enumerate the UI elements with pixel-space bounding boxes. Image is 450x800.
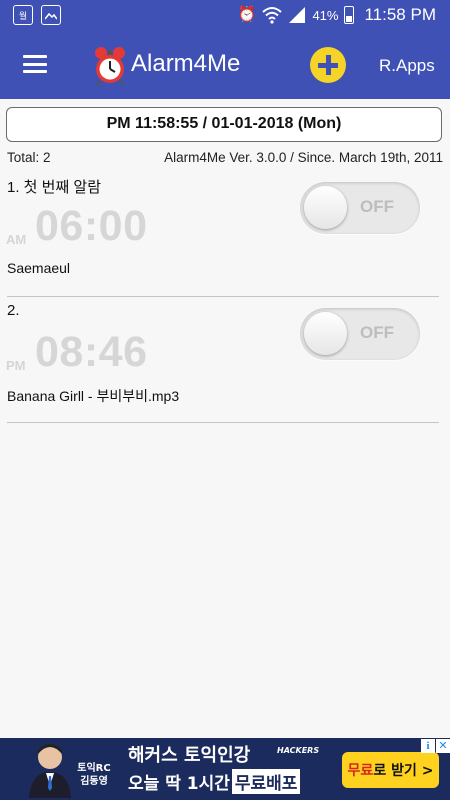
- ad-cta-red: 무료: [347, 763, 374, 779]
- toggle-knob: [304, 312, 347, 355]
- alarm-sound: Saemaeul: [7, 260, 71, 276]
- toggle-label: OFF: [360, 323, 394, 342]
- current-datetime: PM 11:58:55 / 01-01-2018 (Mon): [6, 107, 442, 142]
- ad-cta-button[interactable]: 무료 로 받기 >: [342, 752, 439, 788]
- ad-person-name: 토익RC 김동영: [73, 762, 115, 788]
- alarm-name: 1. 첫 번째 알람: [7, 179, 102, 196]
- alarm-toggle[interactable]: OFF: [300, 182, 420, 234]
- alarm-sound: Banana Girll - 부비부비.mp3: [7, 388, 180, 404]
- battery-percent: 41%: [312, 7, 339, 23]
- alarm-time: 06:00: [35, 202, 148, 250]
- alarm-toggle[interactable]: OFF: [300, 308, 420, 360]
- ad-subline: 오늘 딱 1시간 무료배포: [128, 769, 301, 794]
- gallery-icon: [41, 5, 61, 25]
- ad-name-line2: 김동영: [80, 776, 108, 787]
- carrier-badge: 월: [18, 11, 28, 22]
- ad-brand-logo: HACKERS: [277, 746, 320, 755]
- divider: [7, 422, 439, 423]
- alarm-time: 08:46: [35, 328, 148, 376]
- status-bar: 월 ⏰ 41% 11:58 PM: [0, 0, 450, 31]
- add-alarm-button[interactable]: [310, 47, 346, 83]
- toggle-label: OFF: [360, 197, 394, 216]
- wifi-icon: [262, 7, 283, 24]
- toggle-knob: [304, 186, 347, 229]
- alarm-name: 2.: [7, 302, 20, 319]
- app-bar: Alarm4Me R.Apps: [0, 31, 450, 99]
- total-count: Total: 2: [7, 150, 51, 165]
- ad-banner[interactable]: 토익RC 김동영 해커스 토익인강 HACKERS 오늘 딱 1시간 무료배포 …: [0, 738, 450, 800]
- ad-name-line1: 토익RC: [77, 763, 111, 774]
- alarm-clock-logo-icon: [95, 47, 125, 86]
- rapps-button[interactable]: R.Apps: [379, 56, 435, 76]
- app-title: Alarm4Me: [131, 50, 241, 77]
- ad-person-image: [29, 744, 71, 798]
- ad-info-icon[interactable]: i: [421, 739, 435, 753]
- ad-sub-highlight: 무료배포: [231, 769, 301, 794]
- alarm-ampm: AM: [6, 232, 27, 247]
- alarm-ampm: PM: [6, 358, 26, 373]
- menu-icon[interactable]: [23, 55, 47, 73]
- battery-icon: [344, 6, 355, 24]
- summary-row: Total: 2 Alarm4Me Ver. 3.0.0 / Since. Ma…: [7, 150, 443, 165]
- version-text: Alarm4Me Ver. 3.0.0 / Since. March 19th,…: [164, 150, 443, 165]
- carrier-icon: 월: [13, 5, 33, 25]
- ad-sub-text: 오늘 딱 1시간: [128, 774, 230, 794]
- divider: [7, 296, 439, 297]
- alarm-clock-icon: ⏰: [237, 6, 257, 23]
- signal-icon: [289, 7, 306, 23]
- ad-cta-rest: 로 받기 >: [373, 763, 434, 779]
- ad-close-icon[interactable]: ✕: [436, 739, 450, 753]
- status-time: 11:58 PM: [364, 5, 436, 24]
- ad-headline: 해커스 토익인강: [128, 745, 251, 766]
